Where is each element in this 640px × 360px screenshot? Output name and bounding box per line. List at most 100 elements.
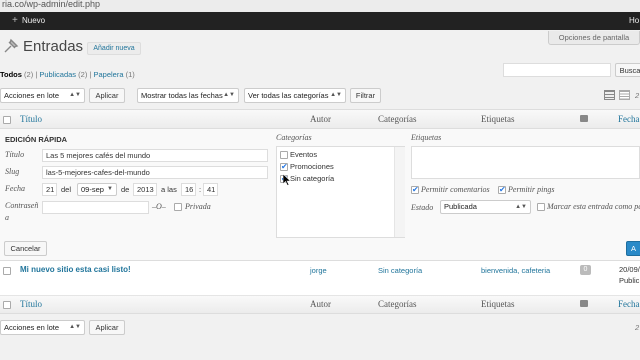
category-checklist[interactable]: Eventos Promociones Sin categoría [276,146,405,238]
category-checkbox[interactable] [280,162,288,171]
search-button-label: Busca [619,66,640,75]
page-title: Entradas [23,38,84,55]
howdy-menu[interactable]: Ho [629,12,639,30]
apply-button[interactable]: Aplicar [89,88,125,103]
select-all-checkbox[interactable] [3,116,11,124]
items-count-bottom: 2 [635,323,640,332]
comment-count-badge[interactable]: 0 [580,265,591,275]
items-count: 2 [635,91,640,100]
chevron-down-icon: ▲▼ [69,324,81,330]
bulk-actions-value: Acciones en lote [4,323,60,332]
table-row: Mi nuevo sitio esta casi listo! jorge Si… [0,261,640,296]
post-title-link[interactable]: Mi nuevo sitio esta casi listo! [20,265,131,274]
slug-input[interactable]: las-5-mejores-cafes-del-mundo [42,166,268,179]
comment-bubble-icon [580,115,588,122]
filter-published-link[interactable]: Publicadas [39,70,76,79]
mouse-cursor-icon [282,173,292,188]
category-checkbox[interactable] [280,151,288,159]
de-text: de [121,185,130,194]
or-text: –O– [152,202,166,211]
filter-button[interactable]: Filtrar [350,88,381,103]
browser-url-bar[interactable]: ria.co/wp-admin/edit.php [0,0,640,12]
filter-label: Filtrar [355,91,376,100]
allow-pings-checkbox[interactable] [498,185,506,194]
private-checkbox[interactable] [174,203,182,211]
date-label: Fecha [5,184,25,193]
cancel-label: Cancelar [10,244,41,253]
checklist-scrollbar[interactable] [394,147,405,237]
url-text: ria.co/wp-admin/edit.php [2,0,101,9]
status-select[interactable]: Publicada ▲▼ [440,200,531,214]
private-label: Privada [185,202,211,211]
list-view-icon[interactable] [604,90,615,100]
chevron-down-icon: ▲▼ [515,204,527,210]
cancel-button[interactable]: Cancelar [4,241,47,256]
update-button[interactable]: A [626,241,640,256]
column-title[interactable]: Título [20,114,42,124]
column-tags: Etiquetas [481,299,515,309]
filter-all-count: (2) [24,70,34,79]
comment-bubble-icon [580,300,588,307]
screen-options-button[interactable]: Opciones de pantalla [548,31,640,45]
categories-value: Ver todas las categorías [248,91,329,100]
column-title[interactable]: Título [20,299,42,309]
quick-edit-heading: EDICIÓN RÁPIDA [5,135,68,144]
tags-label: Etiquetas [411,133,442,142]
slug-input-value: las-5-mejores-cafes-del-mundo [46,168,150,177]
sticky-label: Marcar esta entrada como pe [547,202,640,211]
hour-input[interactable]: 16 [181,183,196,196]
month-select[interactable]: 09-sep ▼ [77,183,117,196]
day-input[interactable]: 21 [42,183,57,196]
tags-textarea[interactable] [411,146,640,179]
select-all-checkbox[interactable] [3,301,11,309]
title-input[interactable]: Las 5 mejores cafés del mundo [42,149,268,162]
post-status: Public [619,276,640,285]
search-input[interactable] [503,63,611,77]
chevron-down-icon: ▲▼ [69,92,81,98]
separator: | [89,70,92,79]
column-categories: Categorías [378,114,417,124]
column-date[interactable]: Fecha [618,114,640,124]
dates-value: Mostrar todas las fechas [141,91,223,100]
search-button[interactable]: Busca [615,63,640,77]
status-label: Estado [411,203,434,212]
add-new-button[interactable]: Añadir nueva [87,42,141,55]
new-menu[interactable]: Nuevo [22,12,45,30]
day-value: 21 [46,185,55,194]
bulk-actions-select-bottom[interactable]: Acciones en lote ▲▼ [0,320,85,335]
column-date[interactable]: Fecha [618,299,640,309]
post-category[interactable]: Sin categoría [378,266,422,275]
dates-select[interactable]: Mostrar todas las fechas ▲▼ [137,88,239,103]
posts-icon [3,38,19,54]
post-date: 20/09/ [619,265,640,274]
del-text: del [61,185,72,194]
chevron-down-icon: ▲▼ [223,92,235,98]
password-input[interactable] [42,201,149,214]
minute-input[interactable]: 41 [203,183,218,196]
status-filter-links: Todos (2) | Publicadas (2) | Papelera (1… [0,70,135,79]
filter-all-link[interactable]: Todos [0,70,22,79]
password-label: Contraseñ [5,201,39,210]
year-input[interactable]: 2013 [133,183,157,196]
row-checkbox[interactable] [3,267,11,275]
screen-options-label: Opciones de pantalla [558,33,630,42]
apply-button-bottom[interactable]: Aplicar [89,320,125,335]
post-author[interactable]: jorge [310,266,327,275]
status-value: Publicada [444,202,477,211]
add-new-label: Añadir nueva [93,45,135,52]
excerpt-view-icon[interactable] [619,90,630,100]
separator: | [35,70,38,79]
bulk-actions-select[interactable]: Acciones en lote ▲▼ [0,88,85,103]
table-header: Título Autor Categorías Etiquetas Fecha [0,109,640,129]
categories-select[interactable]: Ver todas las categorías ▲▼ [244,88,346,103]
filter-published-count: (2) [78,70,88,79]
allow-comments-checkbox[interactable] [411,185,419,194]
column-author: Autor [310,299,331,309]
post-tags[interactable]: bienvenida, cafeteria [481,266,550,275]
admin-bar: + Nuevo Ho [0,12,640,30]
sticky-checkbox[interactable] [537,203,545,211]
filter-trash-link[interactable]: Papelera [93,70,123,79]
category-name: Sin categoría [290,174,335,183]
update-label: A [631,244,637,253]
table-footer: Título Autor Categorías Etiquetas Fecha [0,296,640,314]
